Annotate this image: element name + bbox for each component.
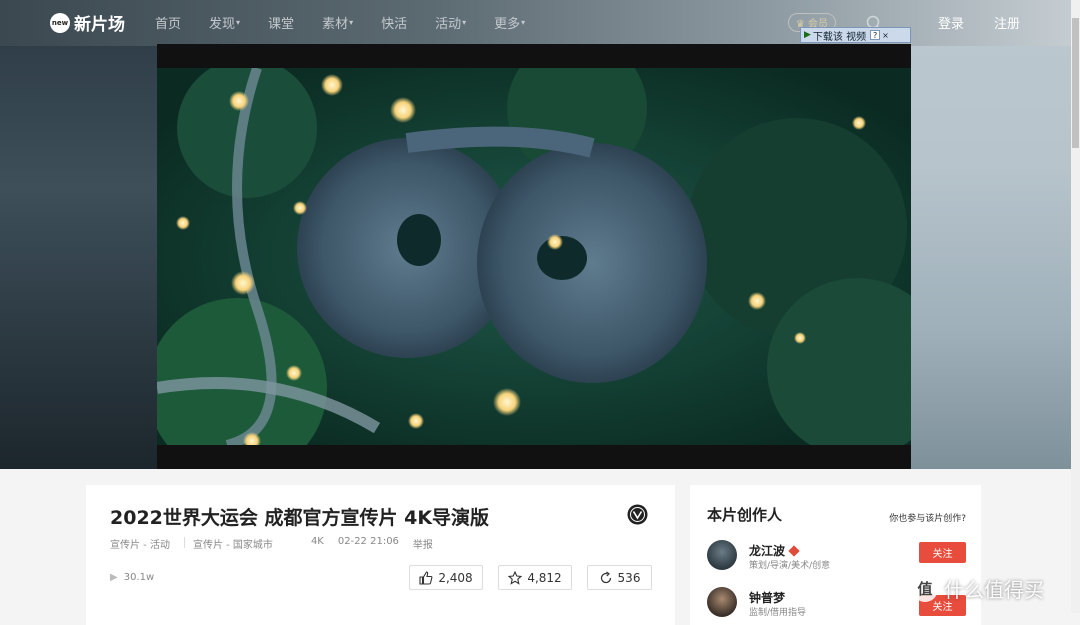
nav-home[interactable]: 首页 — [155, 13, 181, 32]
top-nav: new 新片场 首页 发现 ▾ 课堂 素材 ▾ 快活 活动 ▾ 更多 ▾ ♛ 会员 登录… — [0, 0, 1080, 44]
share-count: 536 — [617, 570, 641, 585]
creator-item: 龙江波 策划/导演/美术/创意 关注 — [707, 540, 967, 572]
page-scrollbar[interactable] — [1071, 0, 1080, 613]
nav-kuaihuo[interactable]: 快活 — [381, 13, 407, 32]
hero-blur-right — [910, 0, 1080, 469]
thumbs-up-icon — [419, 570, 433, 585]
nav-discover[interactable]: 发现 ▾ — [209, 13, 240, 32]
logo-text: 新片场 — [74, 15, 125, 35]
nav-activities-label: 活动 — [435, 17, 462, 32]
nav-class-label: 课堂 — [268, 17, 295, 32]
nav-home-label: 首页 — [155, 17, 182, 32]
chevron-down-icon: ▾ — [349, 18, 354, 27]
creator-role: 监制/借用指导 — [749, 608, 807, 618]
share-icon — [600, 571, 611, 583]
creator-name[interactable]: 龙江波 — [749, 542, 800, 559]
chevron-down-icon: ▾ — [236, 18, 241, 27]
channel-logo-icon[interactable] — [627, 504, 648, 525]
play-count-icon: ▶ — [110, 572, 118, 583]
nav-class[interactable]: 课堂 — [268, 13, 294, 32]
follow-button[interactable]: 关注 — [919, 542, 966, 563]
watermark-logo-icon: 值 — [912, 575, 938, 602]
nav-materials[interactable]: 素材 ▾ — [322, 13, 353, 32]
publish-date: 02-22 21:06 — [337, 536, 399, 547]
category-city[interactable]: 宣传片 - 国家城市 — [193, 536, 273, 551]
participate-link[interactable]: 你也参与该片创作? — [889, 511, 966, 524]
creators-card: 本片创作人 你也参与该片创作? 龙江波 策划/导演/美术/创意 关注 钟普梦 监… — [690, 485, 981, 625]
star-icon — [508, 570, 523, 585]
creator-name[interactable]: 钟普梦 — [749, 589, 785, 606]
favorite-button[interactable]: 4,812 — [498, 565, 572, 590]
verified-badge-icon — [788, 544, 800, 557]
creator-name-text: 龙江波 — [749, 544, 786, 558]
video-title: 2022世界大运会 成都官方宣传片 4K导演版 — [110, 507, 490, 529]
view-count: ▶ 30.1w — [110, 572, 154, 583]
report-link[interactable]: 举报 — [413, 536, 433, 551]
nav-links: 首页 发现 ▾ 课堂 素材 ▾ 快活 活动 ▾ 更多 ▾ — [155, 13, 553, 32]
creator-role: 策划/导演/美术/创意 — [749, 561, 831, 571]
chevron-down-icon: ▾ — [521, 18, 526, 27]
video-player[interactable] — [157, 44, 911, 469]
nav-materials-label: 素材 — [322, 17, 349, 32]
creator-name-text: 钟普梦 — [749, 591, 786, 605]
logo-badge: new — [50, 12, 70, 33]
nav-more[interactable]: 更多 ▾ — [494, 13, 525, 32]
watermark-text: 什么值得买 — [944, 578, 1044, 602]
category-activity[interactable]: 宣传片 - 活动 — [110, 536, 170, 551]
video-thumbnail-image — [157, 68, 911, 445]
video-info-card: 2022世界大运会 成都官方宣传片 4K导演版 宣传片 - 活动 宣传片 - 国… — [86, 485, 675, 625]
nav-kuaihuo-label: 快活 — [381, 17, 408, 32]
watermark: 值 什么值得买 — [912, 574, 1044, 603]
like-button[interactable]: 2,408 — [409, 565, 483, 590]
help-icon[interactable]: ? — [870, 30, 881, 40]
meta-divider — [183, 537, 185, 548]
site-logo[interactable]: new 新片场 — [50, 10, 125, 35]
download-label: 下载该 视频 — [812, 31, 867, 43]
avatar[interactable] — [707, 540, 737, 570]
video-frame — [157, 68, 911, 445]
nav-activities[interactable]: 活动 ▾ — [435, 13, 466, 32]
favorite-count: 4,812 — [527, 570, 562, 585]
share-button[interactable]: 536 — [587, 565, 652, 590]
hero-blur-left — [0, 0, 160, 469]
nav-discover-label: 发现 — [209, 17, 236, 32]
like-count: 2,408 — [438, 570, 473, 585]
download-video-bar[interactable]: ▶ 下载该 视频 ? × — [800, 27, 911, 43]
login-link[interactable]: 登录 — [938, 13, 964, 32]
quality-label: 4K — [310, 536, 324, 547]
scrollbar-thumb[interactable] — [1072, 18, 1079, 148]
creators-title: 本片创作人 — [707, 506, 783, 524]
register-link[interactable]: 注册 — [994, 13, 1020, 32]
video-meta: 宣传片 - 活动 宣传片 - 国家城市 4K 02-22 21:06 举报 — [110, 536, 447, 551]
view-count-value: 30.1w — [123, 572, 155, 583]
chevron-down-icon: ▾ — [462, 18, 467, 27]
nav-more-label: 更多 — [494, 17, 521, 32]
play-icon: ▶ — [804, 30, 811, 40]
close-icon[interactable]: × — [882, 31, 889, 40]
